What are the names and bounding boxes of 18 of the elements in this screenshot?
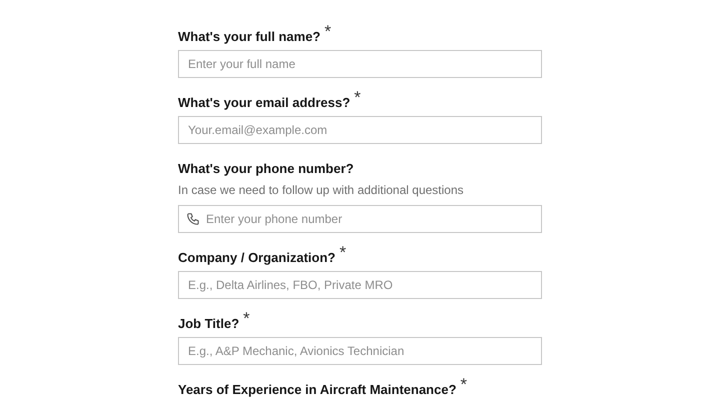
input-field[interactable]: Enter your full name [178, 50, 542, 78]
field-label: What's your phone number? [178, 160, 354, 178]
field-label: Company / Organization? [178, 249, 336, 267]
required-mark: * [354, 91, 361, 105]
phone-icon [186, 212, 200, 226]
required-mark: * [243, 312, 250, 326]
field-label: Years of Experience in Aircraft Maintenance? [178, 381, 456, 399]
input-field[interactable]: E.g., Delta Airlines, FBO, Private MRO [178, 271, 542, 299]
input-field[interactable]: Your.email@example.com [178, 116, 542, 144]
required-mark: * [339, 246, 346, 260]
input-field[interactable]: E.g., A&P Mechanic, Avionics Technician [178, 337, 542, 365]
required-mark: * [460, 378, 468, 392]
field-hint: In case we need to follow up with additional questions [178, 182, 465, 199]
field-label: Job Title? [178, 315, 240, 333]
phone-field[interactable]: Enter your phone number [178, 205, 542, 233]
required-mark: * [324, 25, 332, 39]
field-label: What's your email address? [178, 94, 350, 112]
field-label: What's your full name? [178, 28, 320, 46]
